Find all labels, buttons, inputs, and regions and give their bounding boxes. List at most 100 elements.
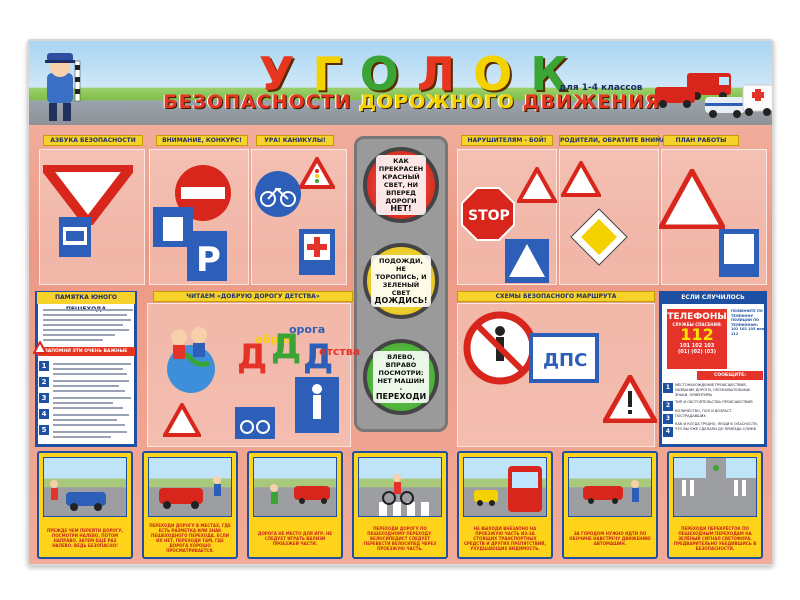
pedestrian-zone-sign-icon: [295, 377, 339, 433]
ddd-word-3: етства: [319, 345, 361, 358]
dps-sign-text: ДПС: [543, 350, 587, 371]
rule-card: ПЕРЕХОДИ ПЕРЕКРЁСТОК ПО ПЕШЕХОДНЫМ ПЕРЕХ…: [667, 451, 763, 559]
priority-road-sign-icon: [570, 208, 628, 266]
memo-number: 5: [39, 425, 49, 435]
children-sign-icon: [153, 207, 193, 247]
emergency-codes-old: (01) (02) (03): [677, 349, 717, 355]
memo-number: 1: [39, 361, 49, 371]
label-kanikuly: УРА! КАНИКУЛЫ!: [256, 135, 334, 146]
rule-card-caption: ПЕРЕХОДИ ДОРОГУ ПО ПЕШЕХОДНОМУ ПЕРЕХОДУ.…: [363, 525, 437, 551]
label-chitaem: ЧИТАЕМ «ДОБРУЮ ДОРОГУ ДЕТСТВА»: [153, 291, 353, 302]
emergency-cars-illustration: [655, 73, 772, 118]
red-lamp-big: НЕТ!: [390, 204, 412, 213]
label-narushitelyam: НАРУШИТЕЛЯМ - БОЙ!: [461, 135, 553, 146]
memo-intro-lines: [43, 309, 133, 341]
svg-text:P: P: [196, 240, 221, 280]
hospital-sign-icon: [299, 229, 335, 275]
emergency-list-item: КОЛИЧЕСТВО, ПОЛ И ВОЗРАСТ ПОСТРАДАВШИХ: [675, 409, 732, 418]
list-number-1: 1: [663, 383, 673, 393]
red-lamp: КАК ПРЕКРАСЕН КРАСНЫЙ СВЕТ, НИ ВПЕРЕД ДО…: [363, 147, 439, 223]
emergency-list-item: МЕСТОНАХОЖДЕНИЕ ПРОИСШЕСТВИЯ, НАЗВАНИЕ Д…: [675, 383, 751, 397]
emergency-number: 112: [680, 325, 714, 344]
policeman-icon: [45, 53, 81, 121]
ddd-word-2: орога: [289, 323, 326, 336]
bus-stop-sign-icon: [59, 217, 91, 257]
phones-card-title: ТЕЛЕФОНЫ: [667, 312, 727, 322]
rule-card: ЗА ГОРОДОМ НУЖНО ИДТИ ПО ОБОЧИНЕ НАВСТРЕ…: [562, 451, 658, 559]
emergency-message-label: СООБЩИТЕ:: [697, 371, 763, 380]
emergency-list: МЕСТОНАХОЖДЕНИЕ ПРОИСШЕСТВИЯ, НАЗВАНИЕ Д…: [675, 383, 763, 432]
header-banner: УГОЛОК БЕЗОПАСНОСТИ ДОРОЖНОГО ДВИЖЕНИЯ д…: [29, 41, 772, 125]
label-shemy: СХЕМЫ БЕЗОПАСНОГО МАРШРУТА: [457, 291, 655, 302]
yield-sign-icon: [43, 165, 133, 225]
traffic-light: КАК ПРЕКРАСЕН КРАСНЫЙ СВЕТ, НИ ВПЕРЕД ДО…: [354, 136, 448, 432]
phone-sign-icon: [719, 229, 759, 277]
list-number-4: 4: [663, 427, 673, 437]
subtitle-word: БЕЗОПАСНОСТИ: [163, 91, 352, 113]
rule-card: ДОРОГА НЕ МЕСТО ДЛЯ ИГР. НЕ СЛЕДУЕТ ИГРА…: [247, 451, 343, 559]
emergency-list-item: КАК И КОГДА ТРУДНО, ЛЮДИ В ОПАСНОСТИ, ЧТ…: [675, 422, 758, 431]
rule-card-caption: ЗА ГОРОДОМ НУЖНО ИДТИ ПО ОБОЧИНЕ НАВСТРЕ…: [569, 530, 651, 546]
parking-sign-icon: P: [187, 231, 227, 281]
animals-sign-icon: [659, 169, 725, 229]
list-number-2: 2: [663, 401, 673, 411]
phones-card: ТЕЛЕФОНЫ СЛУЖБЫ СПАСЕНИЯ: 112 101 102 10…: [665, 307, 729, 371]
memo-title: ПАМЯТКА ЮНОГО ПЕШЕХОДА: [37, 292, 135, 313]
rule-card-caption: ПРЕЖДЕ ЧЕМ ПЕРЕЙТИ ДОРОГУ, ПОСМОТРИ НАЛЕ…: [47, 528, 123, 548]
memo-number: 3: [39, 393, 49, 403]
rule-card-caption: НЕ ВЫХОДИ ВНЕЗАПНО НА ПРОЕЗЖУЮ ЧАСТЬ ИЗ-…: [463, 525, 547, 551]
subtitle-word: ДОРОЖНОГО: [359, 91, 515, 113]
bicycle-sign-icon: [255, 171, 301, 217]
rule-card-caption: ПЕРЕХОДИ ДОРОГУ В МЕСТАХ, ГДЕ ЕСТЬ РАЗМЕ…: [149, 523, 231, 553]
rule-card: ПЕРЕХОДИ ДОРОГУ В МЕСТАХ, ГДЕ ЕСТЬ РАЗМЕ…: [142, 451, 238, 559]
yellow-lamp-big: ДОЖДИСЬ!: [374, 296, 428, 305]
bicycle-lane-sign-icon: [235, 407, 275, 439]
emergency-list-item: ТИП И ОБСТОЯТЕЛЬСТВА ПРОИСШЕСТВИЯ: [675, 400, 753, 404]
emergency-title: ЕСЛИ СЛУЧИЛОСЬ НЕСЧАСТЬЕ...: [661, 292, 765, 313]
emergency-side-text: ПОЗВОНИТЕ ПО ТЕЛЕФОНУ ПОЛИЦИИ ПО ТЕЛЕФОН…: [731, 309, 765, 336]
stop-sign-icon: STOP: [461, 187, 515, 241]
rule-card-picture: [568, 457, 652, 517]
rule-card-picture: [148, 457, 232, 517]
rule-card-picture: [673, 457, 757, 517]
memo-number: 2: [39, 377, 49, 387]
memo-number: 4: [39, 409, 49, 419]
pedestrian-crossing-sign-icon: [505, 239, 549, 283]
yellow-lamp: ПОДОЖДИ, НЕ ТОРОПИСЬ, И ЗЕЛЕНЫЙ СВЕТ ДОЖД…: [363, 243, 439, 319]
railway-sign-icon: [561, 161, 601, 197]
green-lamp-big: ПЕРЕХОДИ: [375, 392, 427, 401]
rule-card: ПРЕЖДЕ ЧЕМ ПЕРЕЙТИ ДОРОГУ, ПОСМОТРИ НАЛЕ…: [37, 451, 133, 559]
label-azbuka: АЗБУКА БЕЗОПАСНОСТИ: [43, 135, 143, 146]
no-pedestrians-sign-icon: [463, 311, 537, 385]
stop-sign-text: STOP: [468, 208, 510, 224]
rule-card-picture: [358, 457, 442, 517]
label-konkurs: ВНИМАНИЕ, КОНКУРС!: [156, 135, 248, 146]
label-roditeli: РОДИТЕЛИ, ОБРАТИТЕ ВНИМАНИЕ!: [559, 135, 683, 146]
subtitle-word: ДВИЖЕНИЯ: [522, 91, 661, 113]
emergency-list-numbers: 1 2 3 4: [663, 383, 673, 440]
yellow-lamp-text: ПОДОЖДИ, НЕ ТОРОПИСЬ, И ЗЕЛЕНЫЙ СВЕТ: [375, 257, 427, 297]
red-lamp-text: КАК ПРЕКРАСЕН КРАСНЫЙ СВЕТ, НИ ВПЕРЕД ДО…: [378, 157, 424, 205]
traffic-light-sign-icon: [299, 157, 335, 189]
green-lamp: ВЛЕВО, ВПРАВО ПОСМОТРИ: НЕТ МАШИН - ПЕРЕХ…: [363, 339, 439, 415]
rule-card: НЕ ВЫХОДИ ВНЕЗАПНО НА ПРОЕЗЖУЮ ЧАСТЬ ИЗ-…: [457, 451, 553, 559]
danger-sign-icon: [603, 375, 657, 423]
warning-sign-icon: [163, 403, 201, 437]
safety-board: УГОЛОК БЕЗОПАСНОСТИ ДОРОЖНОГО ДВИЖЕНИЯ д…: [27, 39, 774, 566]
rule-card: ПЕРЕХОДИ ДОРОГУ ПО ПЕШЕХОДНОМУ ПЕРЕХОДУ.…: [352, 451, 448, 559]
list-number-3: 3: [663, 414, 673, 424]
memo-text-lines: [53, 363, 131, 438]
rule-card-caption: ДОРОГА НЕ МЕСТО ДЛЯ ИГР. НЕ СЛЕДУЕТ ИГРА…: [257, 530, 333, 546]
label-plan: ПЛАН РАБОТЫ: [663, 135, 739, 146]
rule-card-picture: [253, 457, 337, 517]
rule-card-picture: [463, 457, 547, 517]
memo-subtitle: ЗАПОМНИ ЭТИ ОЧЕНЬ ВАЖНЫЕ ПРАВИЛА: [37, 347, 135, 363]
rule-card-caption: ПЕРЕХОДИ ПЕРЕКРЁСТОК ПО ПЕШЕХОДНЫМ ПЕРЕХ…: [673, 525, 757, 551]
memo-warning-icon: [33, 341, 47, 354]
green-lamp-text: ВЛЕВО, ВПРАВО ПОСМОТРИ: НЕТ МАШИН -: [377, 353, 425, 393]
rule-card-picture: [43, 457, 127, 517]
children-crossing-sign-icon: [517, 167, 557, 203]
dps-sign-icon: ДПС: [529, 333, 599, 383]
title-subtitle: БЕЗОПАСНОСТИ ДОРОЖНОГО ДВИЖЕНИЯ: [163, 91, 661, 113]
grade-label: для 1-4 классов: [559, 83, 643, 93]
